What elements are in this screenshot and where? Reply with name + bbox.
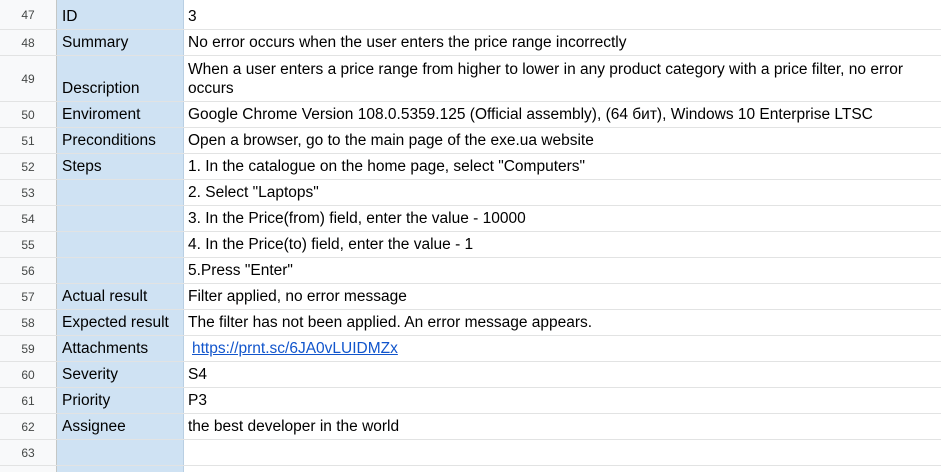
table-row: 53 2. Select "Laptops" xyxy=(0,180,941,206)
value-cell[interactable] xyxy=(184,440,941,465)
table-row: 54 3. In the Price(from) field, enter th… xyxy=(0,206,941,232)
row-header[interactable]: 55 xyxy=(0,232,57,257)
value-cell[interactable]: 4. In the Price(to) field, enter the val… xyxy=(184,232,941,257)
table-row: 62 Assignee the best developer in the wo… xyxy=(0,414,941,440)
row-header[interactable]: 62 xyxy=(0,414,57,439)
field-cell[interactable] xyxy=(57,180,184,205)
row-header[interactable]: 57 xyxy=(0,284,57,309)
field-cell[interactable]: Steps xyxy=(57,154,184,179)
field-cell[interactable]: Actual result xyxy=(57,284,184,309)
table-row: 48 Summary No error occurs when the user… xyxy=(0,30,941,56)
table-row: 59 Attachments https://prnt.sc/6JA0vLUID… xyxy=(0,336,941,362)
row-header[interactable]: 54 xyxy=(0,206,57,231)
value-cell[interactable]: 1. In the catalogue on the home page, se… xyxy=(184,154,941,179)
table-row: 57 Actual result Filter applied, no erro… xyxy=(0,284,941,310)
row-header[interactable]: 60 xyxy=(0,362,57,387)
field-cell[interactable]: Description xyxy=(57,56,184,101)
value-cell[interactable]: Open a browser, go to the main page of t… xyxy=(184,128,941,153)
value-cell[interactable]: Filter applied, no error message xyxy=(184,284,941,309)
table-row: 60 Severity S4 xyxy=(0,362,941,388)
table-row: 49 Description When a user enters a pric… xyxy=(0,56,941,102)
row-header[interactable] xyxy=(0,466,57,472)
row-header[interactable]: 56 xyxy=(0,258,57,283)
row-header[interactable]: 61 xyxy=(0,388,57,413)
row-header[interactable]: 50 xyxy=(0,102,57,127)
field-cell[interactable]: Summary xyxy=(57,30,184,55)
row-header[interactable]: 49 xyxy=(0,56,57,101)
value-cell[interactable]: S4 xyxy=(184,362,941,387)
field-cell[interactable]: Expected result xyxy=(57,310,184,335)
value-cell[interactable]: https://prnt.sc/6JA0vLUIDMZx xyxy=(184,336,941,361)
field-cell[interactable]: Priority xyxy=(57,388,184,413)
field-cell[interactable]: Preconditions xyxy=(57,128,184,153)
field-cell[interactable] xyxy=(57,440,184,465)
value-cell[interactable]: When a user enters a price range from hi… xyxy=(184,56,941,101)
value-cell[interactable]: No error occurs when the user enters the… xyxy=(184,30,941,55)
row-header[interactable]: 52 xyxy=(0,154,57,179)
row-header[interactable]: 48 xyxy=(0,30,57,55)
table-row: 51 Preconditions Open a browser, go to t… xyxy=(0,128,941,154)
value-cell[interactable]: P3 xyxy=(184,388,941,413)
field-cell[interactable] xyxy=(57,232,184,257)
field-cell[interactable] xyxy=(57,206,184,231)
value-cell[interactable]: 5.Press "Enter" xyxy=(184,258,941,283)
table-row: 56 5.Press "Enter" xyxy=(0,258,941,284)
field-cell[interactable] xyxy=(57,466,184,472)
spreadsheet-grid: 47 ID 3 48 Summary No error occurs when … xyxy=(0,0,941,472)
table-row: 52 Steps 1. In the catalogue on the home… xyxy=(0,154,941,180)
table-row: 50 Enviroment Google Chrome Version 108.… xyxy=(0,102,941,128)
field-cell[interactable]: Attachments xyxy=(57,336,184,361)
table-row: 61 Priority P3 xyxy=(0,388,941,414)
table-row: 63 xyxy=(0,440,941,466)
field-cell[interactable] xyxy=(57,258,184,283)
value-cell[interactable]: The filter has not been applied. An erro… xyxy=(184,310,941,335)
field-cell[interactable]: ID xyxy=(57,0,184,29)
row-header[interactable]: 47 xyxy=(0,0,57,29)
row-header[interactable]: 53 xyxy=(0,180,57,205)
table-row: 47 ID 3 xyxy=(0,0,941,30)
table-row: 58 Expected result The filter has not be… xyxy=(0,310,941,336)
row-header[interactable]: 63 xyxy=(0,440,57,465)
row-header[interactable]: 59 xyxy=(0,336,57,361)
table-row: 55 4. In the Price(to) field, enter the … xyxy=(0,232,941,258)
value-cell[interactable]: the best developer in the world xyxy=(184,414,941,439)
value-cell[interactable]: 3. In the Price(from) field, enter the v… xyxy=(184,206,941,231)
value-cell[interactable]: 2. Select "Laptops" xyxy=(184,180,941,205)
field-cell[interactable]: Severity xyxy=(57,362,184,387)
value-cell[interactable]: 3 xyxy=(184,0,941,29)
value-cell[interactable]: Google Chrome Version 108.0.5359.125 (Of… xyxy=(184,102,941,127)
attachment-link[interactable]: https://prnt.sc/6JA0vLUIDMZx xyxy=(192,339,398,358)
row-header[interactable]: 51 xyxy=(0,128,57,153)
table-row xyxy=(0,466,941,472)
field-cell[interactable]: Assignee xyxy=(57,414,184,439)
field-cell[interactable]: Enviroment xyxy=(57,102,184,127)
row-header[interactable]: 58 xyxy=(0,310,57,335)
